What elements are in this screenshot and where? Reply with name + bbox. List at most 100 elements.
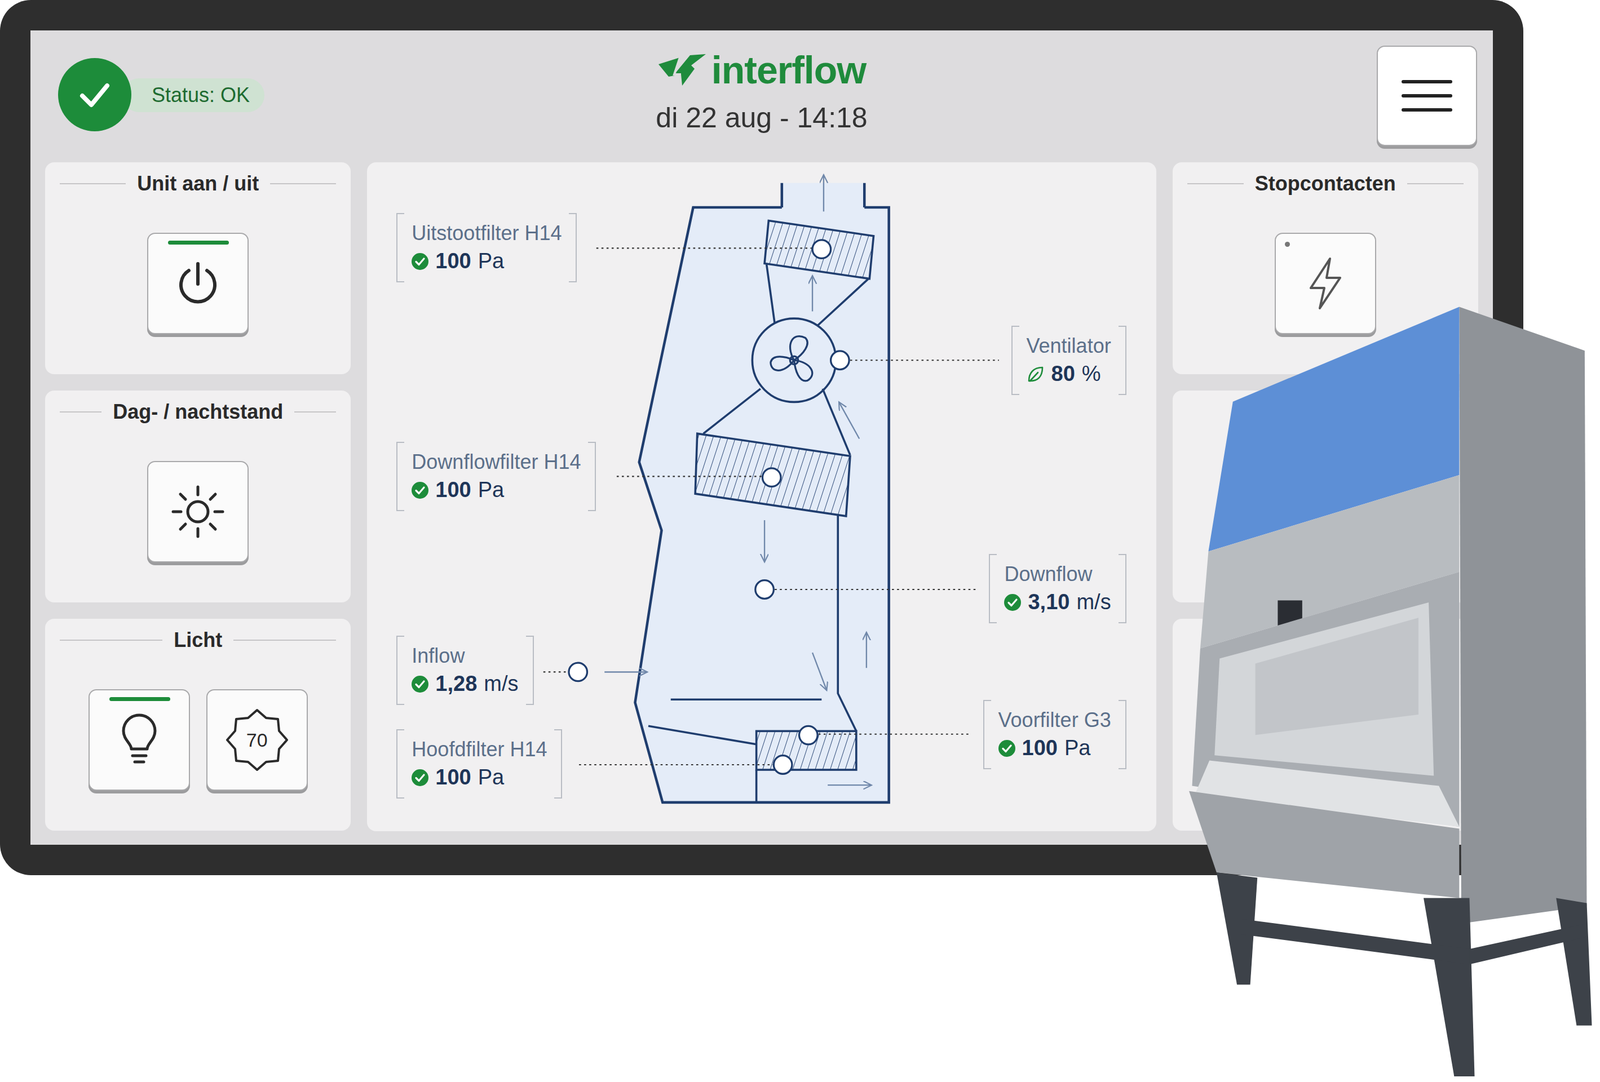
check-icon	[411, 253, 429, 271]
bracket-tick	[554, 729, 561, 731]
bracket-tick	[397, 442, 405, 444]
check-icon	[1004, 594, 1022, 612]
sensor-unit: Pa	[478, 248, 505, 275]
button-row: 70	[45, 689, 351, 791]
state-dot	[1284, 241, 1290, 247]
bracket-tick	[1118, 554, 1126, 556]
date-time: di 22 aug - 14:18	[655, 103, 868, 132]
sensor-name: Downflow	[1004, 562, 1111, 587]
sensor-value: 100	[435, 765, 471, 791]
lightning-icon	[1302, 255, 1348, 312]
check-icon	[411, 482, 429, 499]
bracket-tick	[397, 213, 405, 215]
sun-icon	[169, 483, 227, 541]
sensor-label: Ventilator 80%	[1011, 325, 1127, 396]
power-icon	[173, 259, 223, 308]
sensor-reading: 100Pa	[998, 735, 1112, 762]
power-button[interactable]	[147, 232, 249, 335]
control-panel: Licht 70	[45, 619, 351, 832]
icon-wrap	[1302, 255, 1348, 312]
sensor-value: 100	[1022, 735, 1058, 762]
sensor-label: Voorfilter G3100Pa	[983, 700, 1127, 770]
bulb-icon	[116, 712, 162, 769]
check-icon	[411, 769, 429, 787]
bracket-tick	[588, 510, 595, 512]
state-bar	[109, 697, 171, 702]
bracket-tick	[397, 729, 405, 731]
bracket-tick	[989, 554, 997, 556]
sensor-unit: m/s	[483, 671, 519, 698]
sensor-value: 80	[1051, 361, 1076, 388]
sensor-reading: 100 Pa	[411, 248, 562, 275]
status-text: Status: OK	[151, 80, 250, 111]
airflow-diagram: Uitstootfilter H14100PaVentilator80%Down…	[367, 162, 1156, 832]
check-icon	[411, 675, 429, 693]
bracket-tick	[1118, 768, 1126, 770]
title-rule	[1187, 183, 1244, 185]
sun-button[interactable]	[147, 461, 249, 563]
sensor-value: 100	[435, 477, 471, 504]
sensor-value: 3,10	[1027, 589, 1070, 616]
bulb-button[interactable]	[88, 689, 190, 791]
socket-button[interactable]	[1274, 232, 1377, 335]
bracket-tick	[1118, 622, 1126, 624]
dimmer-button[interactable]: 70	[206, 689, 308, 791]
panel-title: Dag- / nachtstand	[112, 399, 284, 425]
sensor-name: Downflowfilter H14	[411, 449, 581, 475]
sensor-label: Inflow1,28m/s	[396, 635, 534, 706]
sensor-reading: 100 Pa	[411, 765, 547, 791]
sensor-label: Downflow3,10m/s	[988, 554, 1126, 624]
panel-header: Stopcontacten	[1172, 162, 1479, 197]
sensor-unit: Pa	[478, 765, 505, 791]
title-rule	[270, 183, 337, 185]
menu-button[interactable]	[1376, 45, 1478, 147]
sensor-value: 100	[435, 248, 471, 275]
icon-wrap: 70	[224, 708, 290, 773]
check-icon	[998, 740, 1016, 758]
sensor-unit: m/s	[1076, 589, 1111, 616]
sensor-label: Downflowfilter H14100 Pa	[396, 442, 596, 512]
state-bar	[227, 697, 289, 702]
sensor-reading: 1,28m/s	[411, 671, 519, 698]
bracket-tick	[1118, 325, 1126, 327]
icon-wrap	[173, 259, 223, 308]
sensor-name: Inflow	[411, 643, 519, 669]
bracket-tick	[526, 635, 533, 638]
bracket-tick	[1118, 700, 1126, 702]
sensor-unit: Pa	[478, 477, 505, 504]
logo-text: interflow	[711, 50, 866, 90]
bracket-tick	[397, 510, 405, 512]
panel-title: Licht	[173, 628, 223, 653]
panel-title: Unit aan / uit	[136, 171, 259, 197]
bracket-tick	[397, 281, 405, 283]
sensor-reading: 80%	[1026, 361, 1112, 388]
logo: interflow	[657, 50, 866, 90]
bracket-tick	[568, 281, 576, 283]
status-pill: Status: OK	[122, 78, 265, 113]
title-rule	[294, 411, 337, 413]
title-rule	[59, 639, 163, 642]
bracket-tick	[1118, 394, 1126, 396]
sensor-value: 1,28	[435, 671, 477, 698]
sensor-unit: Pa	[1064, 735, 1091, 762]
bracket-tick	[989, 622, 997, 624]
sensor-name: Voorfilter G3	[998, 708, 1112, 733]
panel-header: Dag- / nachtstand	[45, 390, 351, 425]
status-icon	[58, 58, 132, 132]
header: Status: OK interflow di 22 aug - 14:18	[30, 30, 1493, 163]
bracket-tick	[984, 768, 992, 770]
state-bar	[168, 469, 229, 474]
sensor-name: Ventilator	[1026, 333, 1112, 358]
control-column: Unit aan / uit Dag- / nachtstand Licht 70	[45, 162, 351, 832]
leaf-icon	[1026, 365, 1045, 384]
bracket-tick	[397, 635, 405, 638]
icon-wrap	[116, 712, 162, 769]
logo-icon	[657, 51, 707, 88]
panel-header: Licht	[45, 619, 351, 653]
sensor-name: Uitstootfilter H14	[411, 221, 562, 246]
status-indicator: Status: OK	[58, 58, 295, 132]
sensor-reading: 3,10m/s	[1004, 589, 1111, 616]
bracket-tick	[554, 797, 561, 799]
bracket-tick	[984, 700, 992, 702]
hamburger-icon	[1401, 78, 1453, 113]
